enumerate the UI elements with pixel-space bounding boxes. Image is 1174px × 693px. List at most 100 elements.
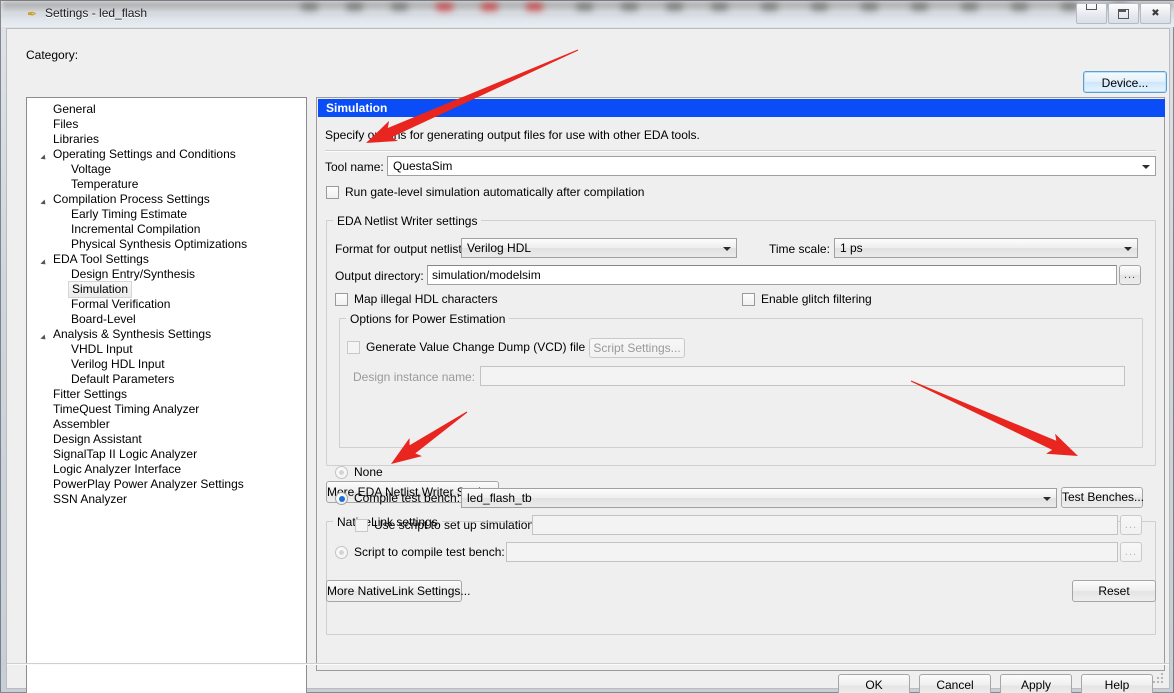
enable-glitch-filtering-checkbox[interactable]: [742, 293, 755, 306]
tree-item-label: Assembler: [53, 417, 110, 431]
format-value: Verilog HDL: [467, 241, 532, 255]
tree-item-verilog-hdl-input[interactable]: Verilog HDL Input: [27, 357, 306, 372]
cancel-button[interactable]: Cancel: [919, 674, 991, 693]
tree-item-design-assistant[interactable]: Design Assistant: [27, 432, 306, 447]
tree-item-temperature[interactable]: Temperature: [27, 177, 306, 192]
design-instance-name-input[interactable]: [480, 366, 1125, 386]
chevron-down-icon: [1142, 165, 1150, 169]
tree-item-compilation-process-settings[interactable]: Compilation Process Settings: [27, 192, 306, 207]
tree-item-label: Verilog HDL Input: [71, 357, 165, 371]
window-icon: ✒: [27, 7, 38, 21]
script-to-compile-input[interactable]: [506, 542, 1118, 562]
time-scale-combo[interactable]: 1 ps: [834, 238, 1138, 258]
use-script-setup-checkbox[interactable]: [355, 519, 368, 532]
tree-item-label: Logic Analyzer Interface: [53, 462, 182, 476]
tree-item-label: Design Entry/Synthesis: [71, 267, 196, 281]
help-button[interactable]: Help: [1081, 674, 1153, 693]
more-nativelink-settings-button[interactable]: More NativeLink Settings...: [326, 580, 470, 602]
use-script-setup-browse-button[interactable]: ...: [1120, 515, 1142, 535]
chevron-down-icon: [723, 247, 731, 251]
tool-name-label: Tool name:: [325, 160, 384, 174]
tree-item-timequest-timing-analyzer[interactable]: TimeQuest Timing Analyzer: [27, 402, 306, 417]
close-icon[interactable]: ✖: [1140, 3, 1171, 24]
device-button[interactable]: Device...: [1083, 71, 1167, 93]
ok-button[interactable]: OK: [838, 674, 910, 693]
tree-item-simulation[interactable]: Simulation: [27, 281, 306, 298]
tree-item-general[interactable]: General: [27, 102, 306, 117]
footer-divider: [7, 663, 1169, 665]
tool-name-combo[interactable]: QuestaSim: [387, 156, 1156, 176]
apply-button[interactable]: Apply: [1000, 674, 1072, 693]
script-to-compile-browse-button[interactable]: ...: [1120, 542, 1142, 562]
run-gate-level-checkbox[interactable]: [326, 186, 339, 199]
tree-item-design-entry-synthesis[interactable]: Design Entry/Synthesis: [27, 267, 306, 282]
compile-test-bench-value: led_flash_tb: [467, 491, 532, 505]
tree-item-assembler[interactable]: Assembler: [27, 417, 306, 432]
expander-triangle-icon[interactable]: [37, 147, 51, 162]
tree-item-libraries[interactable]: Libraries: [27, 132, 306, 147]
output-directory-browse-button[interactable]: ...: [1119, 265, 1141, 285]
power-estimation-group-title: Options for Power Estimation: [346, 312, 510, 326]
tree-item-files[interactable]: Files: [27, 117, 306, 132]
script-to-compile-radio[interactable]: [335, 546, 348, 559]
tree-item-early-timing-estimate[interactable]: Early Timing Estimate: [27, 207, 306, 222]
tree-item-default-parameters[interactable]: Default Parameters: [27, 372, 306, 387]
generate-vcd-checkbox[interactable]: [347, 341, 360, 354]
tree-item-label: Analysis & Synthesis Settings: [53, 327, 212, 341]
tree-item-fitter-settings[interactable]: Fitter Settings: [27, 387, 306, 402]
tree-item-voltage[interactable]: Voltage: [27, 162, 306, 177]
tree-item-signaltap-ii-logic-analyzer[interactable]: SignalTap II Logic Analyzer: [27, 447, 306, 462]
script-settings-button[interactable]: Script Settings...: [589, 338, 685, 358]
use-script-setup-label: Use script to set up simulation:: [374, 518, 538, 532]
tree-item-label: Board-Level: [71, 312, 136, 326]
nativelink-none-radio[interactable]: [335, 466, 348, 479]
test-benches-button[interactable]: Test Benches...: [1061, 487, 1144, 508]
run-gate-level-label: Run gate-level simulation automatically …: [345, 185, 645, 199]
compile-test-bench-label: Compile test bench:: [354, 491, 461, 505]
simulation-settings-panel: Simulation Specify options for generatin…: [316, 97, 1165, 671]
map-illegal-characters-checkbox[interactable]: [335, 293, 348, 306]
chevron-down-icon: [1124, 247, 1132, 251]
compile-test-bench-combo[interactable]: led_flash_tb: [461, 488, 1057, 508]
format-combo[interactable]: Verilog HDL: [461, 238, 737, 258]
tree-item-vhdl-input[interactable]: VHDL Input: [27, 342, 306, 357]
tree-item-powerplay-power-analyzer-settings[interactable]: PowerPlay Power Analyzer Settings: [27, 477, 306, 492]
compile-test-bench-radio[interactable]: [335, 492, 348, 505]
reset-button[interactable]: Reset: [1072, 580, 1156, 602]
tree-item-eda-tool-settings[interactable]: EDA Tool Settings: [27, 252, 306, 267]
time-scale-label: Time scale:: [769, 242, 830, 256]
resize-grip[interactable]: [1153, 673, 1165, 685]
tree-item-label: EDA Tool Settings: [53, 252, 149, 266]
chevron-down-icon: [1043, 497, 1051, 501]
expander-triangle-icon[interactable]: [37, 327, 51, 342]
script-to-compile-label: Script to compile test bench:: [354, 545, 505, 559]
tree-item-label: Simulation: [68, 281, 133, 298]
use-script-setup-input[interactable]: [532, 515, 1118, 535]
tree-item-operating-settings-and-conditions[interactable]: Operating Settings and Conditions: [27, 147, 306, 162]
tree-item-label: Libraries: [53, 132, 100, 146]
tree-item-label: Files: [53, 117, 79, 131]
tree-item-logic-analyzer-interface[interactable]: Logic Analyzer Interface: [27, 462, 306, 477]
tree-item-board-level[interactable]: Board-Level: [27, 312, 306, 327]
window-titlebar: ✒ Settings - led_flash ✖: [1, 1, 1174, 27]
tree-item-label: Design Assistant: [53, 432, 142, 446]
tree-item-label: Formal Verification: [71, 297, 171, 311]
tree-item-ssn-analyzer[interactable]: SSN Analyzer: [27, 492, 306, 507]
tree-item-incremental-compilation[interactable]: Incremental Compilation: [27, 222, 306, 237]
output-directory-input[interactable]: simulation/modelsim: [427, 265, 1117, 285]
time-scale-value: 1 ps: [840, 241, 863, 255]
panel-description: Specify options for generating output fi…: [325, 128, 700, 142]
maximize-icon[interactable]: [1108, 3, 1139, 24]
screenshot-root: ✒ Settings - led_flash ✖ Category: Devic…: [0, 0, 1174, 693]
expander-triangle-icon[interactable]: [37, 252, 51, 267]
design-instance-name-label: Design instance name:: [353, 370, 476, 384]
tree-item-formal-verification[interactable]: Formal Verification: [27, 297, 306, 312]
tree-item-physical-synthesis-optimizations[interactable]: Physical Synthesis Optimizations: [27, 237, 306, 252]
nativelink-group: [326, 521, 1156, 635]
map-illegal-characters-label: Map illegal HDL characters: [354, 292, 498, 306]
tree-item-label: Fitter Settings: [53, 387, 128, 401]
expander-triangle-icon[interactable]: [37, 192, 51, 207]
minimize-icon[interactable]: [1076, 3, 1107, 24]
tree-item-analysis-synthesis-settings[interactable]: Analysis & Synthesis Settings: [27, 327, 306, 342]
category-tree[interactable]: General Files Libraries Operating Settings …: [26, 97, 307, 693]
